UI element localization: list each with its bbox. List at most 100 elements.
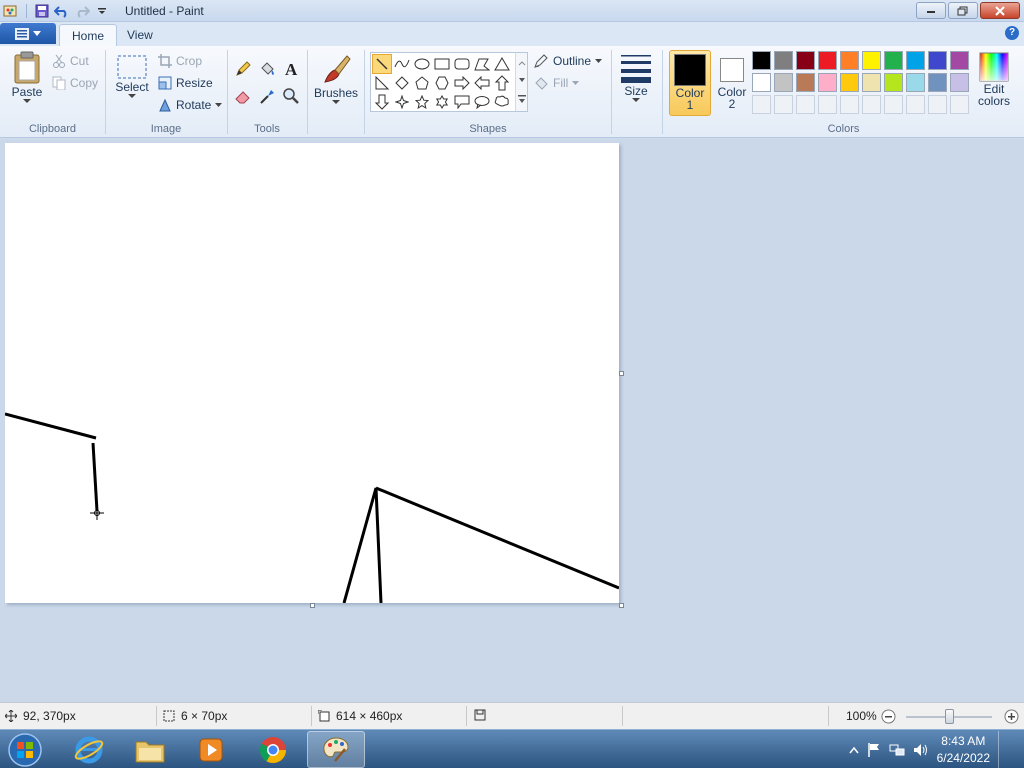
media-player-taskbar-button[interactable]	[182, 731, 240, 768]
line-shape-icon[interactable]	[372, 54, 392, 74]
custom-color-slot[interactable]	[884, 95, 903, 114]
redo-icon[interactable]	[73, 2, 91, 20]
palette-swatch[interactable]	[950, 73, 969, 92]
custom-color-slot[interactable]	[818, 95, 837, 114]
cut-button[interactable]: Cut	[52, 51, 89, 71]
palette-swatch[interactable]	[752, 73, 771, 92]
clock[interactable]: 8:43 AM 6/24/2022	[937, 733, 990, 767]
file-explorer-taskbar-button[interactable]	[121, 731, 179, 768]
custom-color-slot[interactable]	[906, 95, 925, 114]
palette-swatch[interactable]	[928, 51, 947, 70]
action-center-flag-icon[interactable]	[867, 742, 881, 758]
palette-swatch[interactable]	[950, 51, 969, 70]
show-desktop-button[interactable]	[998, 731, 1010, 768]
palette-swatch[interactable]	[796, 51, 815, 70]
chrome-taskbar-button[interactable]	[244, 731, 302, 768]
color-picker-icon[interactable]	[257, 86, 277, 106]
custom-color-slot[interactable]	[774, 95, 793, 114]
custom-color-slot[interactable]	[796, 95, 815, 114]
diamond-shape-icon[interactable]	[392, 73, 412, 93]
copy-button[interactable]: Copy	[52, 73, 98, 93]
polygon-shape-icon[interactable]	[472, 54, 492, 74]
down-arrow-shape-icon[interactable]	[372, 92, 392, 112]
select-button[interactable]: Select	[114, 54, 150, 99]
network-icon[interactable]	[889, 743, 905, 757]
cloud-callout-shape-icon[interactable]	[492, 92, 512, 112]
size-button[interactable]: Size	[616, 52, 656, 103]
close-button[interactable]	[980, 2, 1020, 19]
custom-color-slot[interactable]	[950, 95, 969, 114]
show-hidden-icons-icon[interactable]	[849, 746, 859, 754]
paint-app-icon[interactable]	[2, 2, 20, 20]
paste-button[interactable]: Paste	[8, 51, 46, 104]
restore-button[interactable]	[948, 2, 978, 19]
right-triangle-shape-icon[interactable]	[372, 73, 392, 93]
left-arrow-shape-icon[interactable]	[472, 73, 492, 93]
customize-qat-icon[interactable]	[93, 2, 111, 20]
custom-color-slot[interactable]	[840, 95, 859, 114]
triangle-shape-icon[interactable]	[492, 54, 512, 74]
palette-swatch[interactable]	[796, 73, 815, 92]
six-point-star-shape-icon[interactable]	[432, 92, 452, 112]
oval-shape-icon[interactable]	[412, 54, 432, 74]
tab-home[interactable]: Home	[59, 24, 118, 46]
up-arrow-shape-icon[interactable]	[492, 73, 512, 93]
palette-swatch[interactable]	[840, 51, 859, 70]
rect-callout-shape-icon[interactable]	[452, 92, 472, 112]
rounded-rectangle-shape-icon[interactable]	[452, 54, 472, 74]
color2-button[interactable]: Color 2	[713, 50, 751, 116]
pencil-icon[interactable]	[233, 59, 253, 79]
palette-swatch[interactable]	[884, 51, 903, 70]
five-point-star-shape-icon[interactable]	[412, 92, 432, 112]
palette-swatch[interactable]	[818, 51, 837, 70]
color1-button[interactable]: Color 1	[669, 50, 711, 116]
custom-color-slot[interactable]	[928, 95, 947, 114]
rotate-button[interactable]: Rotate	[158, 95, 223, 115]
magnifier-icon[interactable]	[281, 86, 301, 106]
palette-swatch[interactable]	[906, 73, 925, 92]
outline-button[interactable]: Outline	[533, 51, 603, 71]
right-arrow-shape-icon[interactable]	[452, 73, 472, 93]
paint-taskbar-button[interactable]	[307, 731, 365, 768]
paint-menu-button[interactable]	[0, 23, 56, 44]
zoom-in-button[interactable]	[1004, 709, 1019, 724]
brushes-button[interactable]: Brushes	[313, 52, 359, 105]
palette-swatch[interactable]	[862, 73, 881, 92]
eraser-icon[interactable]	[233, 86, 253, 106]
tab-view[interactable]: View	[115, 24, 165, 46]
fill-bucket-icon[interactable]	[257, 59, 277, 79]
palette-swatch[interactable]	[928, 73, 947, 92]
palette-swatch[interactable]	[774, 73, 793, 92]
edit-colors-button[interactable]: Edit colors	[974, 52, 1014, 107]
curve-shape-icon[interactable]	[392, 54, 412, 74]
save-icon[interactable]	[33, 2, 51, 20]
volume-icon[interactable]	[913, 743, 929, 757]
text-icon[interactable]: A	[281, 59, 301, 79]
canvas-resize-handle-corner[interactable]	[619, 603, 624, 608]
palette-swatch[interactable]	[818, 73, 837, 92]
start-button[interactable]	[0, 731, 50, 768]
custom-color-slot[interactable]	[752, 95, 771, 114]
zoom-slider-thumb[interactable]	[945, 709, 954, 724]
custom-color-slot[interactable]	[862, 95, 881, 114]
palette-swatch[interactable]	[906, 51, 925, 70]
hexagon-shape-icon[interactable]	[432, 73, 452, 93]
palette-swatch[interactable]	[774, 51, 793, 70]
shapes-scroll[interactable]	[515, 53, 527, 111]
palette-swatch[interactable]	[840, 73, 859, 92]
resize-button[interactable]: Resize	[158, 73, 213, 93]
four-point-star-shape-icon[interactable]	[392, 92, 412, 112]
minimize-button[interactable]	[916, 2, 946, 19]
palette-swatch[interactable]	[752, 51, 771, 70]
canvas-resize-handle-bottom[interactable]	[310, 603, 315, 608]
help-icon[interactable]: ?	[1005, 26, 1019, 40]
zoom-out-button[interactable]	[881, 709, 896, 724]
palette-swatch[interactable]	[884, 73, 903, 92]
internet-explorer-taskbar-button[interactable]	[60, 731, 118, 768]
fill-button[interactable]: Fill	[533, 73, 580, 93]
undo-icon[interactable]	[53, 2, 71, 20]
crop-button[interactable]: Crop	[158, 51, 202, 71]
pentagon-shape-icon[interactable]	[412, 73, 432, 93]
rectangle-shape-icon[interactable]	[432, 54, 452, 74]
drawing-canvas[interactable]	[4, 143, 620, 604]
